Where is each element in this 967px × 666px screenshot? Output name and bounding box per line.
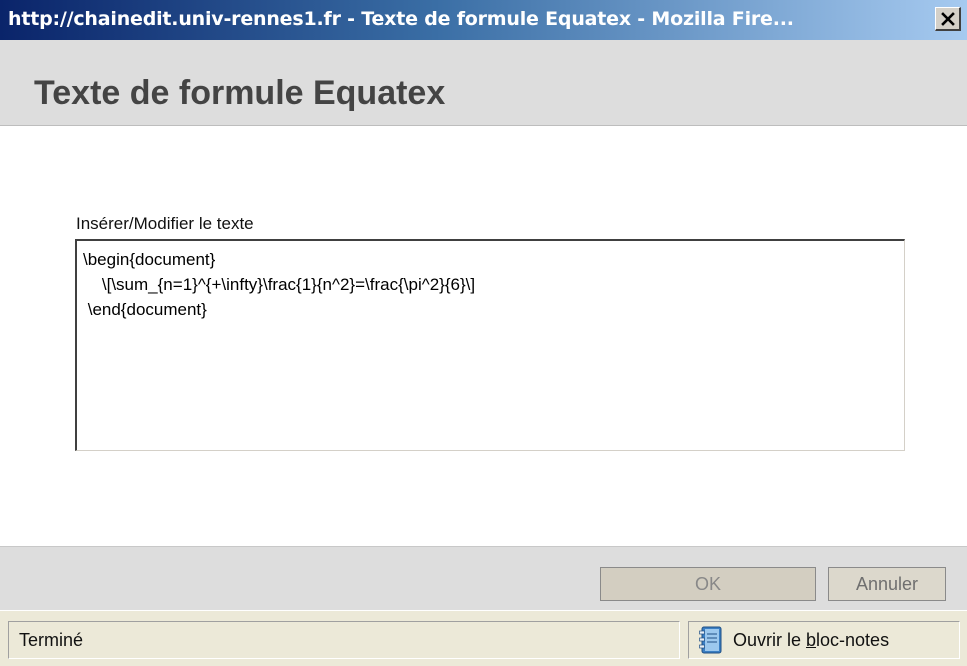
ok-button[interactable]: OK — [600, 567, 816, 601]
text-field-label: Insérer/Modifier le texte — [76, 214, 254, 233]
notepad-icon — [689, 626, 733, 654]
dialog-footer: OK Annuler — [0, 546, 967, 610]
close-button[interactable] — [935, 7, 961, 31]
dialog-window: http://chainedit.univ-rennes1.fr - Texte… — [0, 0, 967, 666]
statusbar: Terminé Ouvrir le bloc-notes — [0, 610, 967, 666]
cancel-button[interactable]: Annuler — [828, 567, 946, 601]
window-title: http://chainedit.univ-rennes1.fr - Texte… — [8, 8, 794, 30]
close-icon — [940, 11, 955, 26]
page-title: Texte de formule Equatex — [34, 74, 446, 112]
dialog-header: Texte de formule Equatex — [0, 40, 967, 126]
window-titlebar[interactable]: http://chainedit.univ-rennes1.fr - Texte… — [0, 0, 967, 40]
status-text: Terminé — [8, 621, 680, 659]
notepad-label: Ouvrir le bloc-notes — [733, 629, 890, 650]
open-notepad-button[interactable]: Ouvrir le bloc-notes — [688, 621, 960, 659]
formula-textarea[interactable]: \begin{document} \[\sum_{n=1}^{+\infty}\… — [75, 239, 905, 451]
dialog-content: Insérer/Modifier le texte \begin{documen… — [0, 126, 967, 546]
